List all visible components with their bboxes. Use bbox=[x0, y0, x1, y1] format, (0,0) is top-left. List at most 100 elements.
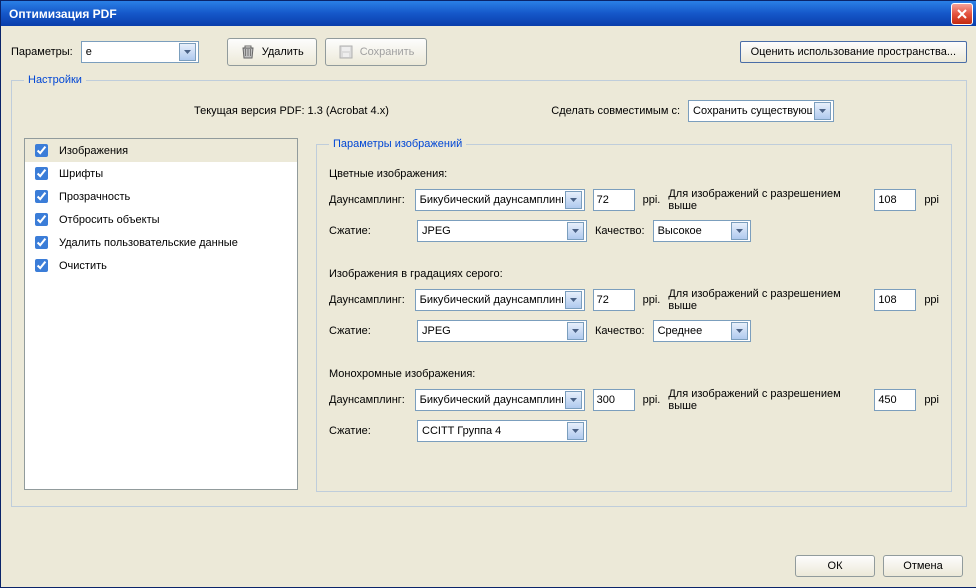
combo-value: Бикубический даунсамплинг bbox=[420, 394, 563, 406]
downsampling-label: Даунсамплинг: bbox=[329, 394, 407, 406]
cancel-button[interactable]: Отмена bbox=[883, 555, 963, 577]
gray-above-ppi-input[interactable] bbox=[874, 289, 916, 311]
category-item-discard[interactable]: Отбросить объекты bbox=[25, 208, 297, 231]
category-item-transparency[interactable]: Прозрачность bbox=[25, 185, 297, 208]
above-label: Для изображений с разрешением выше bbox=[668, 388, 866, 412]
category-check-fonts[interactable] bbox=[35, 167, 48, 180]
ppi-end-label: ppi bbox=[924, 394, 939, 406]
chevron-down-icon bbox=[814, 102, 831, 120]
settings-group: Настройки Текущая версия PDF: 1.3 (Acrob… bbox=[11, 74, 967, 507]
ok-button[interactable]: ОК bbox=[795, 555, 875, 577]
gray-downsampling-row: Даунсамплинг: Бикубический даунсамплинг … bbox=[329, 288, 939, 312]
save-icon bbox=[338, 44, 354, 60]
mono-ppi-input[interactable] bbox=[593, 389, 635, 411]
compat-combo[interactable]: Сохранить существующую bbox=[688, 100, 834, 122]
trash-icon bbox=[240, 44, 256, 60]
color-ppi-input[interactable] bbox=[593, 189, 635, 211]
assess-space-label: Оценить использование пространства... bbox=[751, 46, 956, 58]
save-button: Сохранить bbox=[325, 38, 428, 66]
close-button[interactable] bbox=[951, 3, 973, 25]
cancel-label: Отмена bbox=[903, 560, 942, 572]
ppi-label: ppi. bbox=[643, 194, 661, 206]
ppi-label: ppi. bbox=[643, 294, 661, 306]
downsampling-label: Даунсамплинг: bbox=[329, 194, 407, 206]
category-check-transparency[interactable] bbox=[35, 190, 48, 203]
compat-combo-value: Сохранить существующую bbox=[693, 105, 812, 117]
dialog-window: Оптимизация PDF Параметры: e Удалить bbox=[0, 0, 976, 588]
color-section-title: Цветные изображения: bbox=[329, 168, 939, 180]
delete-button[interactable]: Удалить bbox=[227, 38, 317, 66]
params-combo-value: e bbox=[86, 46, 177, 58]
delete-button-label: Удалить bbox=[262, 46, 304, 58]
image-params-group: Параметры изображений Цветные изображени… bbox=[316, 138, 952, 492]
combo-value: CCITT Группа 4 bbox=[422, 425, 565, 437]
compression-label: Сжатие: bbox=[329, 325, 409, 337]
settings-top-row: Текущая версия PDF: 1.3 (Acrobat 4.x) Сд… bbox=[24, 96, 954, 138]
category-item-fonts[interactable]: Шрифты bbox=[25, 162, 297, 185]
category-label: Удалить пользовательские данные bbox=[59, 237, 238, 249]
color-quality-combo[interactable]: Высокое bbox=[653, 220, 751, 242]
chevron-down-icon bbox=[567, 422, 584, 440]
settings-main: Изображения Шрифты Прозрачность Отбросит… bbox=[24, 138, 954, 492]
category-label: Прозрачность bbox=[59, 191, 130, 203]
mono-compression-combo[interactable]: CCITT Группа 4 bbox=[417, 420, 587, 442]
chevron-down-icon bbox=[731, 322, 748, 340]
color-above-ppi-input[interactable] bbox=[874, 189, 916, 211]
category-check-images[interactable] bbox=[35, 144, 48, 157]
ppi-label: ppi. bbox=[643, 394, 661, 406]
gray-compression-combo[interactable]: JPEG bbox=[417, 320, 587, 342]
mono-downsampling-row: Даунсамплинг: Бикубический даунсамплинг … bbox=[329, 388, 939, 412]
color-compression-row: Сжатие: JPEG Качество: Высокое bbox=[329, 220, 939, 242]
category-list: Изображения Шрифты Прозрачность Отбросит… bbox=[24, 138, 298, 490]
chevron-down-icon bbox=[731, 222, 748, 240]
combo-value: JPEG bbox=[422, 225, 565, 237]
category-item-images[interactable]: Изображения bbox=[25, 139, 297, 162]
params-combo[interactable]: e bbox=[81, 41, 199, 63]
quality-label: Качество: bbox=[595, 225, 645, 237]
mono-compression-row: Сжатие: CCITT Группа 4 bbox=[329, 420, 939, 442]
gray-ppi-input[interactable] bbox=[593, 289, 635, 311]
chevron-down-icon bbox=[565, 191, 582, 209]
gray-downsampling-combo[interactable]: Бикубический даунсамплинг bbox=[415, 289, 585, 311]
above-label: Для изображений с разрешением выше bbox=[668, 288, 866, 312]
category-label: Изображения bbox=[59, 145, 128, 157]
chevron-down-icon bbox=[567, 322, 584, 340]
category-label: Отбросить объекты bbox=[59, 214, 160, 226]
color-downsampling-row: Даунсамплинг: Бикубический даунсамплинг … bbox=[329, 188, 939, 212]
ok-label: ОК bbox=[828, 560, 843, 572]
gray-compression-row: Сжатие: JPEG Качество: Среднее bbox=[329, 320, 939, 342]
category-label: Шрифты bbox=[59, 168, 103, 180]
category-label: Очистить bbox=[59, 260, 107, 272]
chevron-down-icon bbox=[565, 391, 582, 409]
color-compression-combo[interactable]: JPEG bbox=[417, 220, 587, 242]
category-check-discard[interactable] bbox=[35, 213, 48, 226]
above-label: Для изображений с разрешением выше bbox=[668, 188, 866, 212]
compat-label: Сделать совместимым с: bbox=[551, 105, 680, 117]
compression-label: Сжатие: bbox=[329, 425, 409, 437]
chevron-down-icon bbox=[179, 43, 196, 61]
combo-value: Бикубический даунсамплинг bbox=[420, 294, 563, 306]
combo-value: JPEG bbox=[422, 325, 565, 337]
mono-section-title: Монохромные изображения: bbox=[329, 368, 939, 380]
compression-label: Сжатие: bbox=[329, 225, 409, 237]
assess-space-button[interactable]: Оценить использование пространства... bbox=[740, 41, 967, 63]
close-icon bbox=[957, 9, 967, 19]
category-check-cleanup[interactable] bbox=[35, 259, 48, 272]
chevron-down-icon bbox=[565, 291, 582, 309]
color-downsampling-combo[interactable]: Бикубический даунсамплинг bbox=[415, 189, 585, 211]
settings-legend: Настройки bbox=[24, 74, 86, 86]
combo-value: Среднее bbox=[658, 325, 729, 337]
category-check-userdata[interactable] bbox=[35, 236, 48, 249]
chevron-down-icon bbox=[567, 222, 584, 240]
window-title: Оптимизация PDF bbox=[9, 7, 117, 21]
gray-section-title: Изображения в градациях серого: bbox=[329, 268, 939, 280]
mono-downsampling-combo[interactable]: Бикубический даунсамплинг bbox=[415, 389, 585, 411]
category-item-cleanup[interactable]: Очистить bbox=[25, 254, 297, 277]
category-item-userdata[interactable]: Удалить пользовательские данные bbox=[25, 231, 297, 254]
toolbar: Параметры: e Удалить Сохранить Оценить и… bbox=[1, 26, 976, 74]
ppi-end-label: ppi bbox=[924, 194, 939, 206]
gray-quality-combo[interactable]: Среднее bbox=[653, 320, 751, 342]
mono-above-ppi-input[interactable] bbox=[874, 389, 916, 411]
dialog-footer: ОК Отмена bbox=[795, 555, 963, 577]
current-version-label: Текущая версия PDF: 1.3 (Acrobat 4.x) bbox=[194, 105, 389, 117]
